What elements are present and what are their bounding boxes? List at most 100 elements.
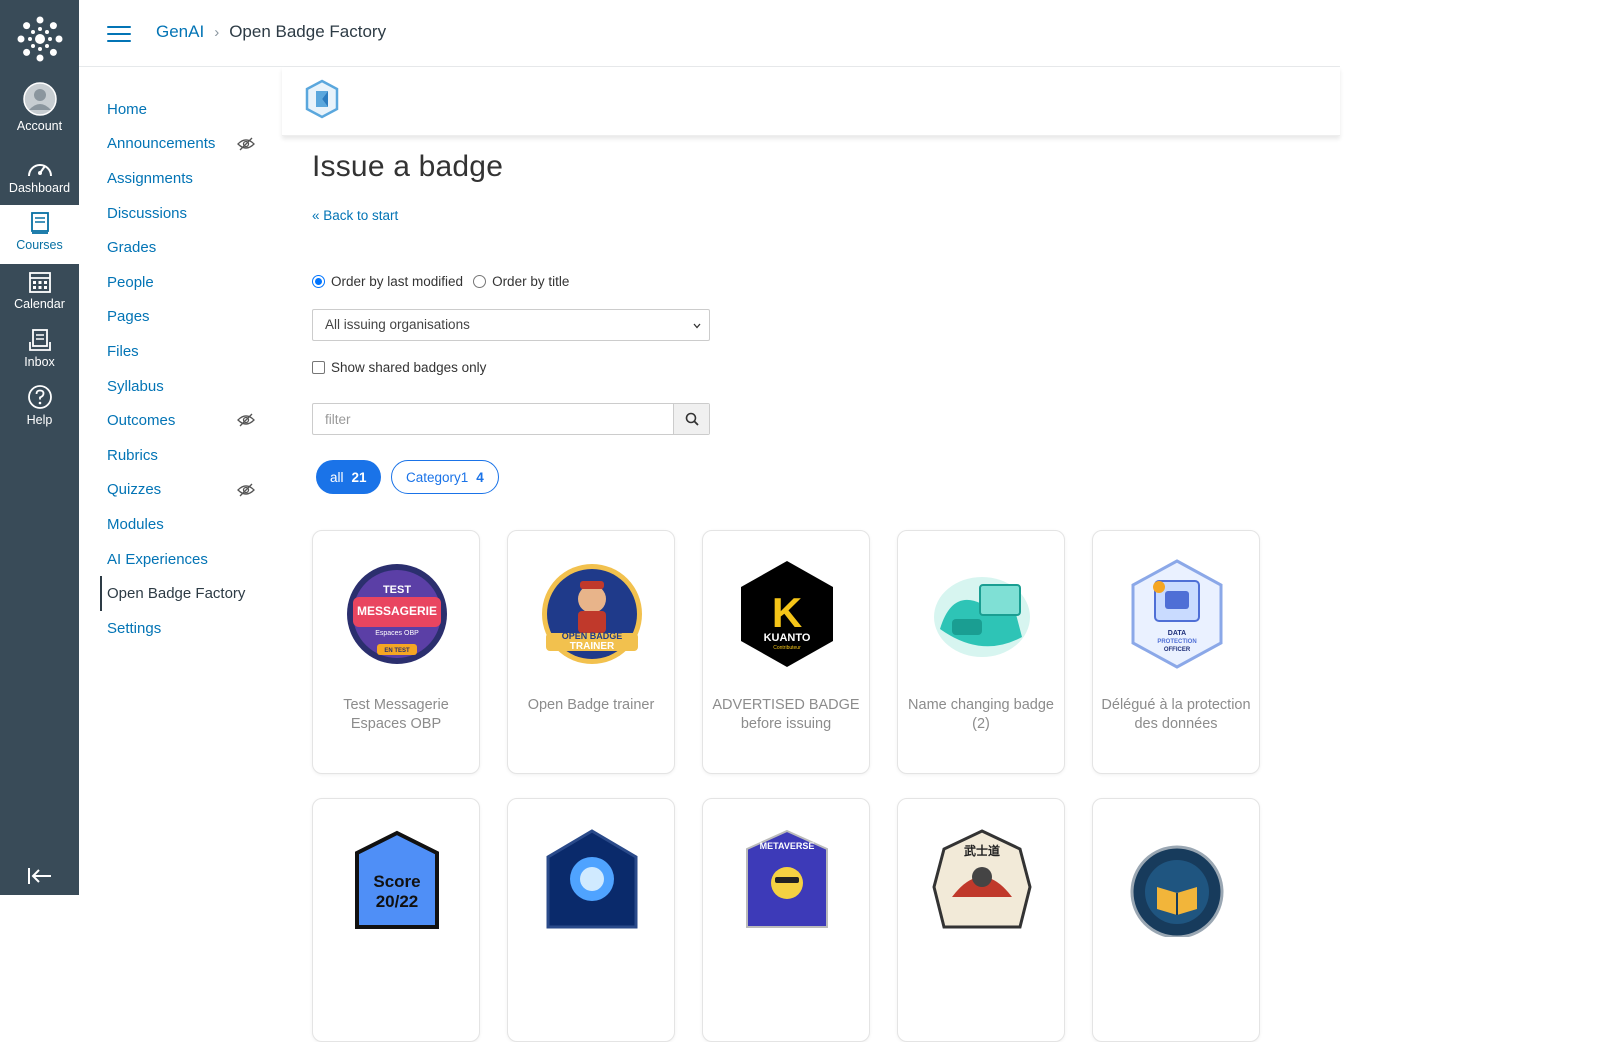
shared-only-checkbox[interactable] <box>312 361 325 374</box>
shared-only-option: Show shared badges only <box>312 360 486 375</box>
canvas-logo-icon[interactable] <box>0 16 79 64</box>
badge-card[interactable]: TEST MESSAGERIE Espaces OBP EN TEST Test… <box>312 530 480 774</box>
badge-art-text: 武士道 <box>964 843 1000 858</box>
badge-art-text: KUANTO <box>764 632 811 644</box>
gnav-courses[interactable]: Courses <box>0 205 79 264</box>
badge-image: TEST MESSAGERIE Espaces OBP EN TEST <box>347 564 447 664</box>
hidden-eye-icon <box>237 413 255 427</box>
course-nav-label: People <box>107 273 154 291</box>
category-pill-category1[interactable]: Category1 4 <box>391 460 499 494</box>
badge-image <box>934 577 1030 657</box>
course-nav-pages[interactable]: Pages <box>100 300 265 335</box>
course-nav: Home Announcements Assignments Discussio… <box>100 92 265 646</box>
badge-card[interactable]: METAVERSE <box>702 798 870 1042</box>
category-pill-label: all <box>330 469 344 485</box>
chevron-right-icon: › <box>214 23 220 41</box>
badge-image: 武士道 <box>932 829 1032 929</box>
badge-title: Test Messagerie Espaces OBP <box>343 697 449 732</box>
gnav-account-label: Account <box>16 119 63 133</box>
issuing-org-select[interactable]: All issuing organisations <box>312 309 710 341</box>
account-avatar-icon <box>22 82 57 116</box>
badge-card[interactable]: 武士道 <box>897 798 1065 1042</box>
order-title-label[interactable]: Order by title <box>492 274 569 289</box>
page-title: Issue a badge <box>312 150 504 183</box>
badge-title: ADVERTISED BADGE before issuing <box>712 697 860 732</box>
course-nav-home[interactable]: Home <box>100 92 265 127</box>
course-nav-quizzes[interactable]: Quizzes <box>100 473 265 508</box>
global-nav: Account Dashboard Courses Calendar Inbox… <box>0 0 79 895</box>
course-nav-discussions[interactable]: Discussions <box>100 196 265 231</box>
filter-box <box>312 403 710 435</box>
badge-card[interactable] <box>1092 798 1260 1042</box>
gnav-account[interactable]: Account <box>0 82 79 145</box>
badge-card[interactable]: DATA PROTECTION OFFICER Délégué à la pro… <box>1092 530 1260 774</box>
gnav-help[interactable]: Help <box>0 380 79 439</box>
course-nav-label: Modules <box>107 515 164 533</box>
gnav-inbox[interactable]: Inbox <box>0 322 79 381</box>
course-nav-label: Assignments <box>107 169 193 187</box>
course-nav-outcomes[interactable]: Outcomes <box>100 403 265 438</box>
badge-art-text: OPEN BADGE <box>562 631 623 641</box>
course-nav-label: Settings <box>107 619 162 637</box>
order-last-modified-label[interactable]: Order by last modified <box>331 274 463 289</box>
course-nav-label: Syllabus <box>107 377 164 395</box>
order-options: Order by last modified Order by title <box>312 274 569 289</box>
gnav-dashboard[interactable]: Dashboard <box>0 148 79 207</box>
course-nav-modules[interactable]: Modules <box>100 507 265 542</box>
course-nav-label: Outcomes <box>107 412 176 430</box>
course-nav-grades[interactable]: Grades <box>100 230 265 265</box>
back-to-start-link[interactable]: « Back to start <box>312 208 398 223</box>
category-pill-all[interactable]: all 21 <box>316 460 381 494</box>
hidden-eye-icon <box>237 483 255 496</box>
order-last-modified-radio[interactable] <box>312 275 325 288</box>
course-nav-settings[interactable]: Settings <box>100 611 265 646</box>
issue-badge-main: Issue a badge « Back to start Order by l… <box>312 150 1312 1042</box>
badge-card[interactable]: K KUANTO Contributeur ADVERTISED BADGE b… <box>702 530 870 774</box>
calendar-icon <box>28 264 52 294</box>
hamburger-menu-icon[interactable] <box>107 26 131 44</box>
inbox-icon <box>28 322 52 352</box>
badge-card[interactable]: Name changing badge (2) <box>897 530 1065 774</box>
badge-image: OPEN BADGE TRAINER <box>542 564 642 664</box>
shared-only-label[interactable]: Show shared badges only <box>331 360 486 375</box>
breadcrumb-course-link[interactable]: GenAI <box>156 22 204 42</box>
badge-art-text: Score <box>373 872 420 891</box>
badge-art-text: PROTECTION <box>1157 639 1196 645</box>
course-nav-label: Files <box>107 342 139 360</box>
badge-image: METAVERSE <box>746 829 828 928</box>
badge-art-text: METAVERSE <box>760 841 815 851</box>
collapse-nav-icon[interactable] <box>27 866 53 886</box>
course-nav-rubrics[interactable]: Rubrics <box>100 438 265 473</box>
filter-search-button[interactable] <box>673 404 709 434</box>
course-nav-label: Pages <box>107 308 150 326</box>
course-nav-files[interactable]: Files <box>100 334 265 369</box>
course-nav-label: Quizzes <box>107 481 162 499</box>
course-nav-announcements[interactable]: Announcements <box>100 127 265 162</box>
course-nav-ai-experiences[interactable]: AI Experiences <box>100 542 265 577</box>
course-header: GenAI › Open Badge Factory <box>79 0 1340 67</box>
course-nav-label: Announcements <box>107 135 216 153</box>
order-title-radio[interactable] <box>473 275 487 288</box>
gnav-calendar[interactable]: Calendar <box>0 264 79 323</box>
badge-image: K KUANTO Contributeur <box>741 561 833 667</box>
badge-card[interactable]: Score 20/22 <box>312 798 480 1042</box>
course-nav-assignments[interactable]: Assignments <box>100 161 265 196</box>
badge-image <box>546 829 638 929</box>
hidden-eye-icon <box>237 137 255 151</box>
gnav-courses-label: Courses <box>16 238 63 252</box>
course-nav-syllabus[interactable]: Syllabus <box>100 369 265 404</box>
badge-art-text: K <box>772 589 802 636</box>
badge-card[interactable] <box>507 798 675 1042</box>
obf-logo-icon[interactable] <box>304 79 340 119</box>
course-nav-people[interactable]: People <box>100 265 265 300</box>
badge-art-text: OFFICER <box>1164 647 1191 653</box>
breadcrumb-current: Open Badge Factory <box>229 22 387 41</box>
course-nav-open-badge-factory[interactable]: Open Badge Factory <box>100 576 265 611</box>
badge-image: DATA PROTECTION OFFICER <box>1131 559 1223 669</box>
filter-input[interactable] <box>313 404 674 434</box>
badge-art-text: TEST <box>383 584 411 596</box>
badge-image <box>1130 845 1224 937</box>
courses-book-icon <box>29 205 51 235</box>
issuing-org-select-value: All issuing organisations <box>325 317 470 332</box>
badge-card[interactable]: OPEN BADGE TRAINER Open Badge trainer <box>507 530 675 774</box>
